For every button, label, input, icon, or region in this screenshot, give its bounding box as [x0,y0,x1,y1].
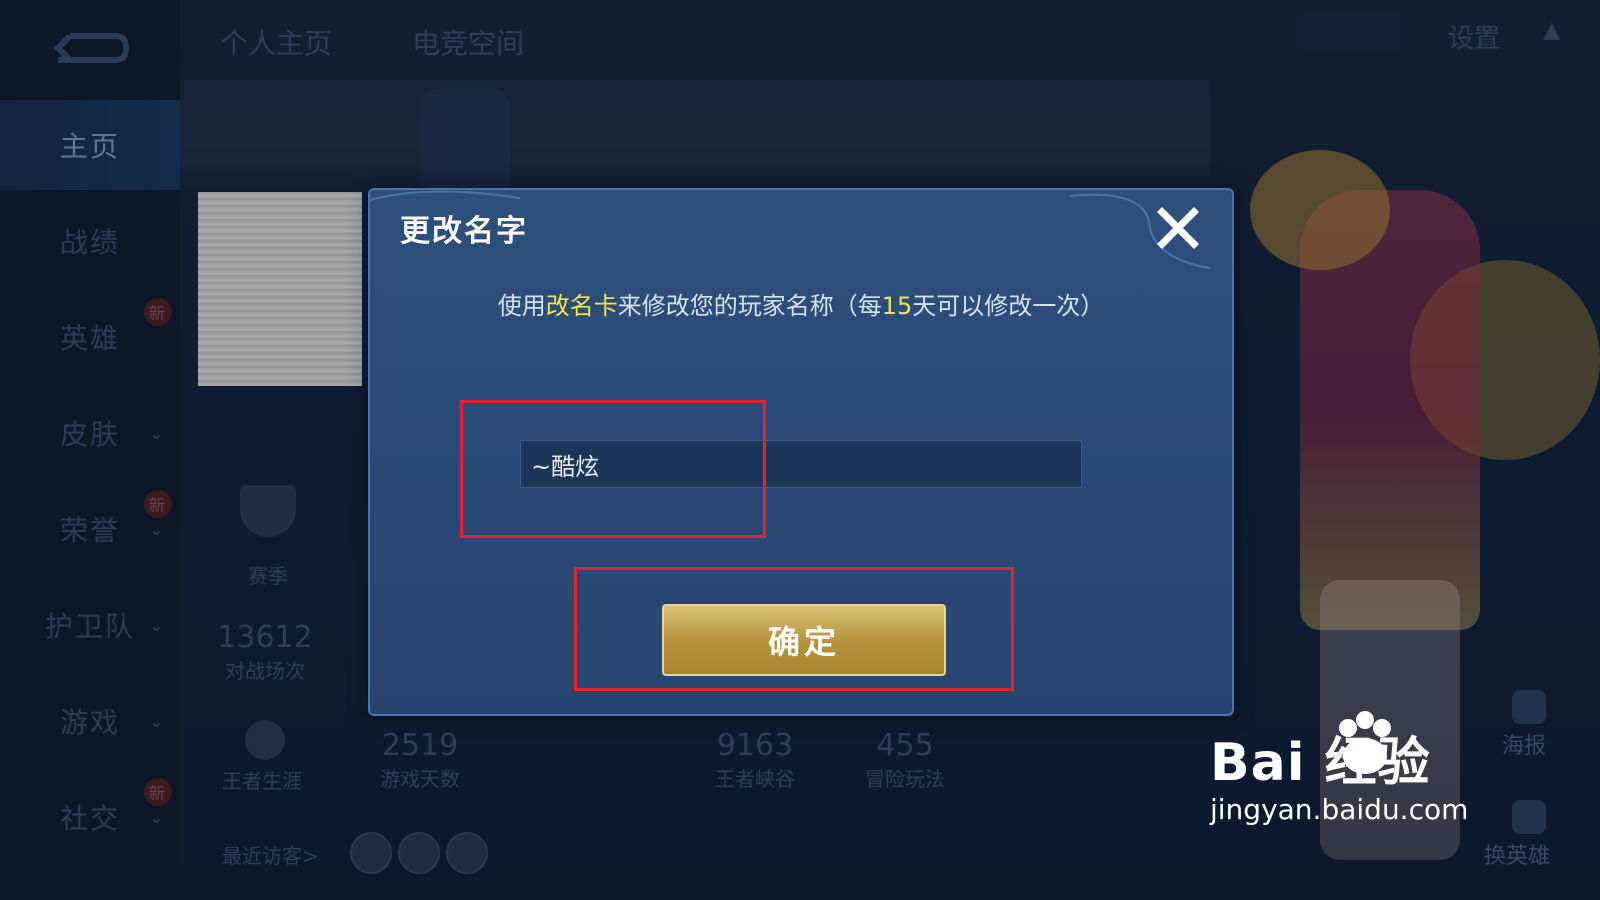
hint-highlight-card: 改名卡 [545,292,618,320]
annotation-box-input [460,400,766,538]
baidu-paw-icon [1339,711,1391,774]
hint-text: 天可以修改一次） [912,292,1105,320]
hint-text: 来修改您的玩家名称（每 [617,292,882,320]
close-icon[interactable] [1154,204,1202,252]
baidu-watermark: Bai 经验 jingyan.baidu.com [1210,711,1469,826]
hint-highlight-days: 15 [881,292,913,320]
annotation-box-button [574,567,1014,691]
watermark-url: jingyan.baidu.com [1210,793,1469,826]
rename-hint: 使用改名卡来修改您的玩家名称（每15天可以修改一次） [370,286,1232,321]
hint-text: 使用 [497,292,546,320]
dialog-title: 更改名字 [400,214,528,249]
